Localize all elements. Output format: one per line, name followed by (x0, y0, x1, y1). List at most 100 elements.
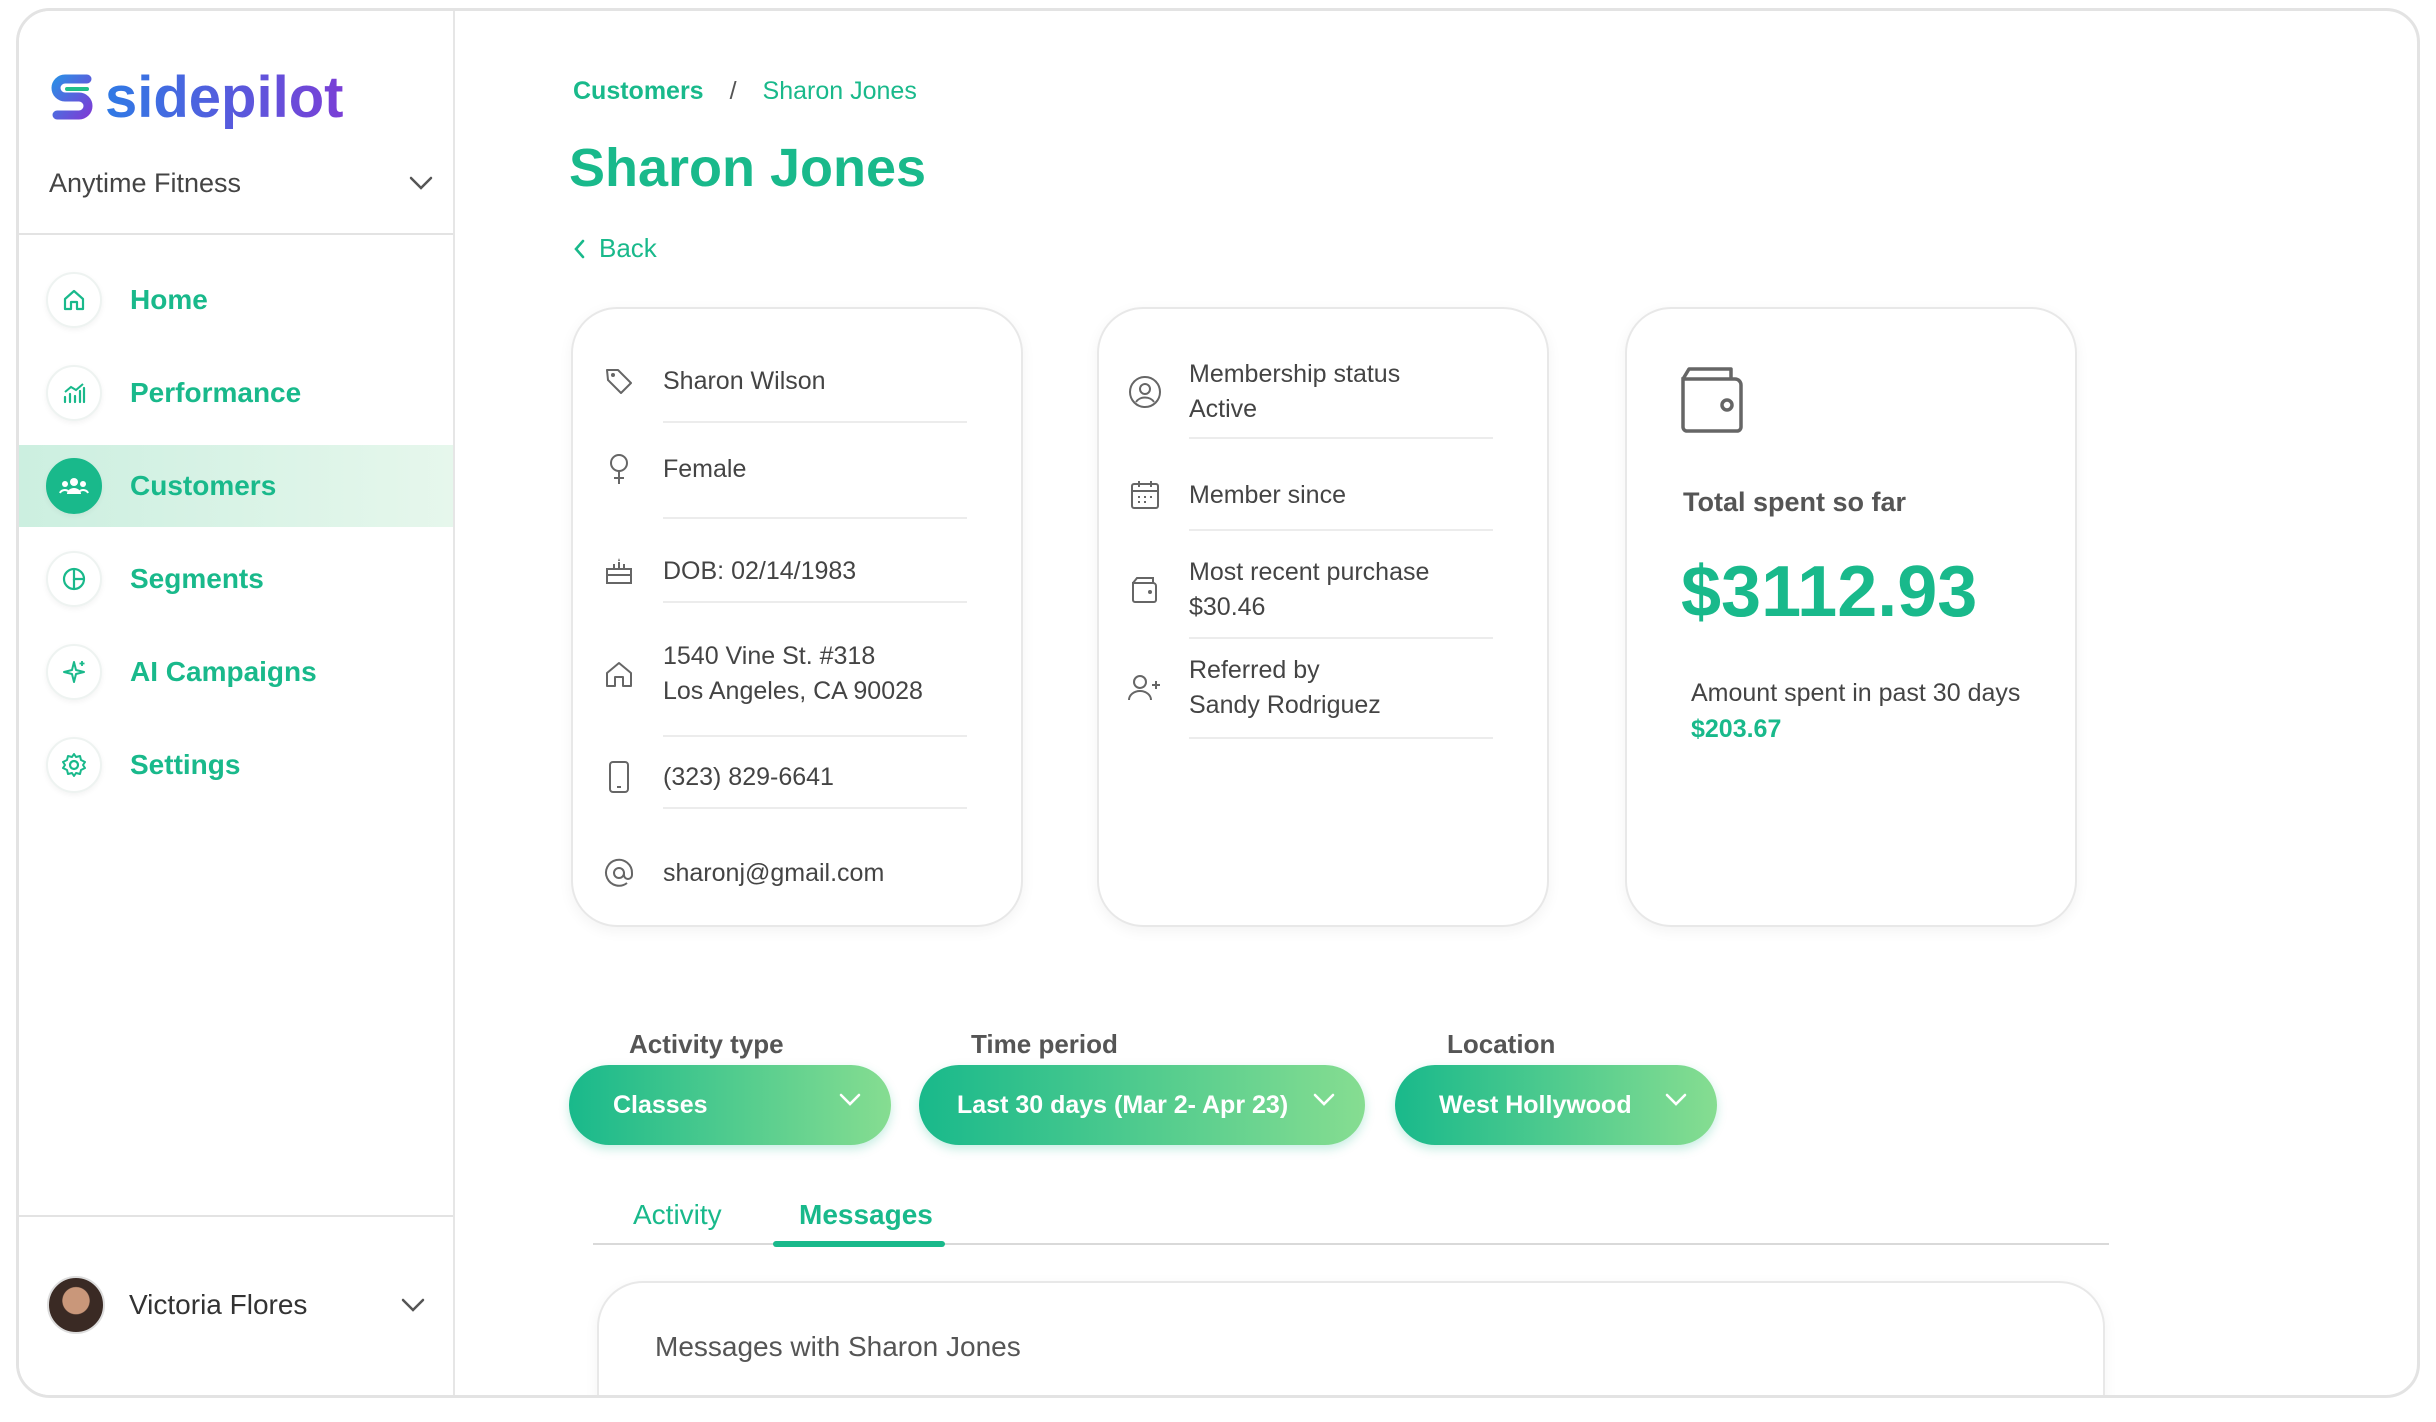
past-30-days-value: $203.67 (1691, 715, 1782, 743)
profile-address-line1: 1540 Vine St. #318 (663, 642, 876, 670)
back-label: Back (599, 233, 657, 263)
phone-icon (601, 759, 637, 795)
referred-by-row: Referred by Sandy Rodriguez (1127, 653, 1493, 739)
profile-name-row: Sharon Wilson (601, 363, 967, 423)
profile-email: sharonj@gmail.com (663, 858, 885, 887)
activity-type-label: Activity type (629, 1029, 784, 1059)
row-divider (663, 601, 967, 603)
profile-phone: (323) 829-6641 (663, 762, 834, 791)
time-period-dropdown[interactable]: Last 30 days (Mar 2- Apr 23) (919, 1065, 1365, 1145)
home-icon (46, 272, 102, 328)
recent-purchase-value: $30.46 (1189, 593, 1266, 621)
chevron-down-icon (1665, 1093, 1687, 1106)
breadcrumb: Customers / Sharon Jones (573, 77, 917, 106)
sidebar: sidepilot Anytime Fitness Home Performan… (19, 11, 455, 1395)
tab-bar: Activity Messages (593, 1191, 2109, 1247)
profile-gender: Female (663, 454, 747, 483)
chevron-left-icon (574, 239, 585, 258)
sidebar-item-segments[interactable]: Segments (19, 538, 453, 620)
membership-status-value: Active (1189, 395, 1258, 423)
profile-gender-row: Female (601, 451, 967, 519)
org-name: Anytime Fitness (49, 167, 242, 198)
activity-type-value: Classes (613, 1090, 708, 1119)
spend-card: Total spent so far $3112.93 Amount spent… (1625, 307, 2077, 927)
cake-icon (601, 553, 637, 589)
wallet-icon (1127, 572, 1163, 608)
user-menu[interactable]: Victoria Flores (47, 1275, 445, 1335)
user-name: Victoria Flores (129, 1289, 308, 1320)
org-selector[interactable]: Anytime Fitness (49, 161, 447, 205)
referred-by-label: Referred by (1189, 656, 1320, 684)
sidebar-item-label: Customers (130, 470, 277, 501)
past-30-days-label: Amount spent in past 30 days (1691, 679, 2021, 707)
row-divider (1189, 437, 1493, 439)
profile-address-line2: Los Angeles, CA 90028 (663, 677, 923, 705)
sidebar-item-performance[interactable]: Performance (19, 352, 453, 434)
at-icon (601, 855, 637, 891)
sidebar-item-ai-campaigns[interactable]: AI Campaigns (19, 631, 453, 713)
member-since-label: Member since (1189, 480, 1346, 509)
time-period-label: Time period (971, 1029, 1118, 1059)
tab-messages[interactable]: Messages (799, 1199, 933, 1231)
messages-title: Messages with Sharon Jones (655, 1331, 1021, 1362)
breadcrumb-customers-link[interactable]: Customers (573, 77, 704, 106)
main-content: Customers / Sharon Jones Sharon Jones Ba… (455, 11, 2417, 1395)
calendar-icon (1127, 477, 1163, 513)
referred-by-link[interactable]: Sandy Rodriguez (1189, 688, 1493, 723)
total-spent-value: $3112.93 (1681, 552, 1978, 632)
tag-icon (601, 363, 637, 399)
sidebar-item-customers[interactable]: Customers (19, 445, 453, 527)
profile-dob-row: DOB: 02/14/1983 (601, 553, 967, 603)
profile-address-row: 1540 Vine St. #318 Los Angeles, CA 90028 (601, 639, 967, 737)
recent-purchase-row: Most recent purchase $30.46 (1127, 555, 1493, 639)
wallet-icon (1679, 365, 1749, 440)
sidebar-item-label: AI Campaigns (130, 656, 317, 687)
active-tab-indicator (773, 1241, 945, 1247)
chart-icon (46, 365, 102, 421)
logo-text: sidepilot (105, 64, 344, 130)
location-dropdown[interactable]: West Hollywood (1395, 1065, 1717, 1145)
tab-activity[interactable]: Activity (633, 1199, 722, 1231)
sidebar-item-label: Performance (130, 377, 302, 408)
profile-card: Sharon Wilson Female DOB: 02/14/1983 154… (571, 307, 1023, 927)
profile-name: Sharon Wilson (663, 366, 826, 395)
user-circle-icon (1127, 374, 1163, 410)
row-divider (1189, 737, 1493, 739)
gear-icon (46, 737, 102, 793)
sidebar-nav: Home Performance Customers Segments AI C… (19, 259, 453, 817)
avatar (47, 1276, 105, 1334)
users-icon (46, 458, 102, 514)
profile-email-row: sharonj@gmail.com (601, 855, 967, 891)
row-divider (1189, 529, 1493, 531)
sidebar-item-label: Settings (130, 749, 241, 780)
sidebar-item-home[interactable]: Home (19, 259, 453, 341)
pie-icon (46, 551, 102, 607)
chevron-down-icon (409, 176, 433, 190)
location-label: Location (1447, 1029, 1556, 1059)
time-period-value: Last 30 days (Mar 2- Apr 23) (957, 1090, 1289, 1119)
back-link[interactable]: Back (573, 233, 657, 264)
sparkle-icon (46, 644, 102, 700)
sidebar-item-settings[interactable]: Settings (19, 724, 453, 806)
app-window: sidepilot Anytime Fitness Home Performan… (16, 8, 2420, 1398)
location-value: West Hollywood (1439, 1090, 1632, 1119)
membership-card: Membership status Active Member since Mo… (1097, 307, 1549, 927)
recent-purchase-label: Most recent purchase (1189, 558, 1430, 586)
chevron-down-icon (1313, 1093, 1335, 1106)
female-icon (601, 451, 637, 487)
membership-status-row: Membership status Active (1127, 357, 1493, 439)
chevron-down-icon (401, 1298, 425, 1312)
home-icon (601, 656, 637, 692)
profile-phone-row: (323) 829-6641 (601, 759, 967, 809)
breadcrumb-current: Sharon Jones (762, 77, 917, 105)
user-add-icon (1127, 670, 1163, 706)
row-divider (663, 735, 967, 737)
row-divider (663, 517, 967, 519)
chevron-down-icon (839, 1093, 861, 1106)
total-spent-label: Total spent so far (1683, 487, 1907, 517)
logo[interactable]: sidepilot (49, 64, 344, 130)
sidebar-item-label: Home (130, 284, 208, 315)
member-since-row: Member since (1127, 477, 1493, 531)
activity-type-dropdown[interactable]: Classes (569, 1065, 891, 1145)
profile-dob: DOB: 02/14/1983 (663, 556, 857, 585)
